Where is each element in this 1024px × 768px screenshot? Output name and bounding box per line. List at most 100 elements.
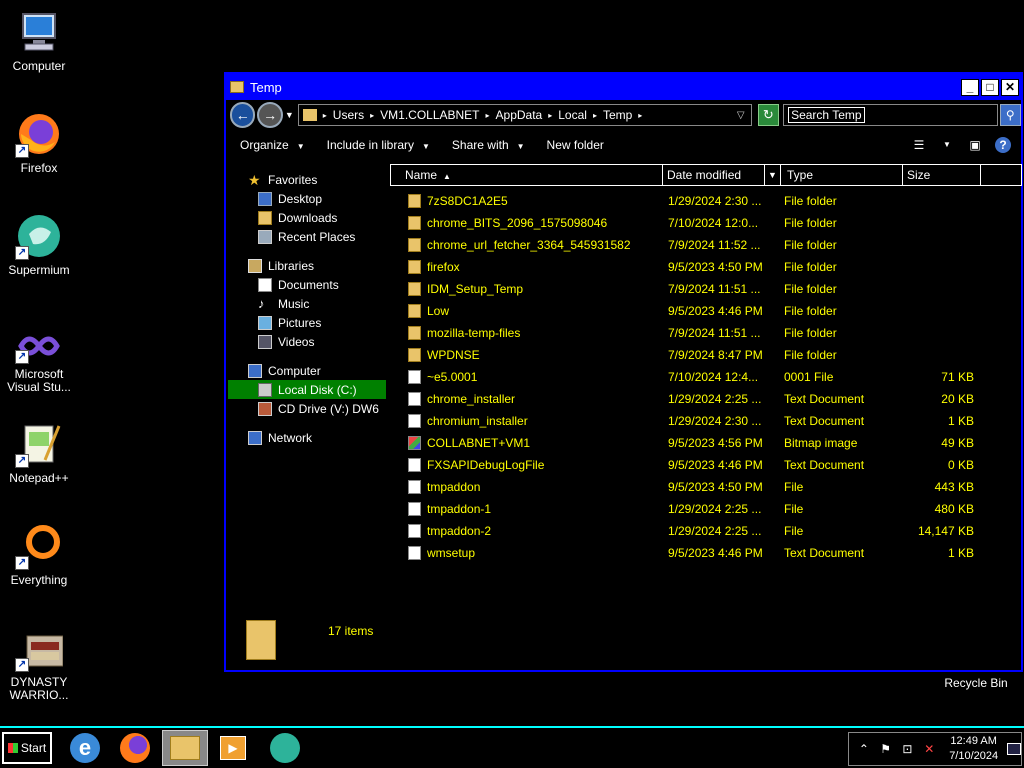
windows-logo-icon: [7, 743, 18, 753]
chevron-right-icon[interactable]: ▸: [638, 111, 642, 120]
chevron-right-icon[interactable]: ▸: [323, 111, 327, 120]
file-row[interactable]: mozilla-temp-files 7/9/2024 11:51 ... File…: [390, 322, 1022, 344]
search-icon[interactable]: ⚲: [999, 104, 1021, 126]
nav-music[interactable]: ♪ Music: [228, 294, 386, 313]
nav-downloads[interactable]: Downloads: [228, 208, 386, 227]
chevron-right-icon[interactable]: ▸: [486, 111, 490, 120]
address-dropdown-icon[interactable]: ▽: [737, 110, 745, 121]
column-name[interactable]: Name ▲: [391, 165, 663, 185]
maximize-button[interactable]: □: [981, 78, 999, 96]
nav-videos[interactable]: Videos: [228, 332, 386, 351]
command-bar: Organize ▼ Include in library ▼ Share with…: [226, 130, 1021, 160]
taskbar-media-player[interactable]: ▶: [210, 730, 256, 766]
help-icon[interactable]: ?: [995, 137, 1011, 153]
new-folder-button[interactable]: New folder: [547, 138, 604, 152]
action-center-flag-icon[interactable]: ⚑: [879, 742, 893, 756]
view-dropdown-icon[interactable]: ▼: [939, 137, 955, 153]
file-row[interactable]: 7zS8DC1A2E5 1/29/2024 2:30 ... File folder: [390, 190, 1022, 212]
nav-recent-places[interactable]: Recent Places: [228, 227, 386, 246]
breadcrumb-temp[interactable]: Temp: [603, 108, 632, 122]
close-button[interactable]: ✕: [1001, 78, 1019, 96]
file-date: 9/5/2023 4:46 PM: [668, 458, 763, 472]
start-button[interactable]: Start: [2, 732, 52, 764]
file-row[interactable]: chrome_BITS_2096_1575098046 7/10/2024 12:…: [390, 212, 1022, 234]
file-row[interactable]: wmsetup 9/5/2023 4:46 PM Text Document 1 KB: [390, 542, 1022, 564]
taskbar-explorer[interactable]: [162, 730, 208, 766]
taskbar-supermium[interactable]: [262, 730, 308, 766]
column-header: Name ▲ Date modified ▼ Type Size: [390, 164, 1022, 186]
include-in-library-button[interactable]: Include in library ▼: [327, 138, 430, 152]
file-type: Text Document: [784, 392, 865, 406]
file-date: 9/5/2023 4:46 PM: [668, 546, 763, 560]
file-row[interactable]: chromium_installer 1/29/2024 2:30 ... Text…: [390, 410, 1022, 432]
file-row[interactable]: Low 9/5/2023 4:46 PM File folder: [390, 300, 1022, 322]
file-name-cell: firefox: [390, 260, 662, 274]
chevron-right-icon[interactable]: ▸: [593, 111, 597, 120]
supermium-icon: ↗: [15, 212, 63, 260]
search-input[interactable]: Search Temp: [783, 104, 998, 126]
nav-documents[interactable]: Documents: [228, 275, 386, 294]
file-row[interactable]: IDM_Setup_Temp 7/9/2024 11:51 ... File fol…: [390, 278, 1022, 300]
breadcrumb-appdata[interactable]: AppData: [496, 108, 543, 122]
nav-network[interactable]: Network: [228, 428, 386, 447]
file-row[interactable]: COLLABNET+VM1 9/5/2023 4:56 PM Bitmap imag…: [390, 432, 1022, 454]
nav-favorites[interactable]: ★ Favorites: [228, 170, 386, 189]
shortcut-arrow-icon: ↗: [15, 658, 29, 672]
desktop-icon-firefox[interactable]: ↗ Firefox: [0, 110, 78, 175]
back-button[interactable]: ←: [230, 102, 256, 128]
chevron-right-icon[interactable]: ▸: [370, 111, 374, 120]
nav-cd-drive[interactable]: CD Drive (V:) DW6: [228, 399, 386, 418]
file-name-cell: COLLABNET+VM1: [390, 436, 662, 450]
desktop-icon-computer[interactable]: Computer: [0, 8, 78, 73]
nav-computer[interactable]: Computer: [228, 361, 386, 380]
file-row[interactable]: FXSAPIDebugLogFile 9/5/2023 4:46 PM Text D…: [390, 454, 1022, 476]
file-row[interactable]: tmpaddon-1 1/29/2024 2:25 ... File 480 KB: [390, 498, 1022, 520]
forward-button[interactable]: →: [257, 102, 283, 128]
refresh-button[interactable]: ↻: [757, 104, 780, 126]
clock[interactable]: 12:49 AM 7/10/2024: [944, 734, 1003, 764]
organize-button[interactable]: Organize ▼: [240, 138, 305, 152]
chevron-right-icon[interactable]: ▸: [548, 111, 552, 120]
file-row[interactable]: chrome_installer 1/29/2024 2:25 ... Text D…: [390, 388, 1022, 410]
show-hidden-icons-icon[interactable]: ⌃: [857, 742, 871, 756]
volume-muted-icon[interactable]: ✕: [922, 742, 936, 756]
taskbar-firefox[interactable]: [112, 730, 158, 766]
nav-local-disk[interactable]: Local Disk (C:): [228, 380, 386, 399]
nav-libraries[interactable]: Libraries: [228, 256, 386, 275]
desktop-icon-notepadpp[interactable]: ↗ Notepad++: [0, 420, 78, 485]
column-label: Size: [907, 168, 931, 182]
file-date: 9/5/2023 4:56 PM: [668, 436, 763, 450]
nav-desktop[interactable]: Desktop: [228, 189, 386, 208]
breadcrumb-users[interactable]: Users: [333, 108, 364, 122]
preview-pane-icon[interactable]: ▣: [967, 137, 983, 153]
share-with-button[interactable]: Share with ▼: [452, 138, 525, 152]
file-row[interactable]: firefox 9/5/2023 4:50 PM File folder: [390, 256, 1022, 278]
network-icon[interactable]: ⊡: [901, 742, 915, 756]
column-filter-dropdown-icon[interactable]: ▼: [764, 165, 780, 185]
taskbar-internet-explorer[interactable]: e: [62, 730, 108, 766]
minimize-button[interactable]: _: [961, 78, 979, 96]
view-options-icon[interactable]: ☰: [911, 137, 927, 153]
system-tray: ⌃ ⚑ ⊡ ✕ 12:49 AM 7/10/2024: [848, 732, 1022, 766]
file-row[interactable]: tmpaddon 9/5/2023 4:50 PM File 443 KB: [390, 476, 1022, 498]
breadcrumb-local[interactable]: Local: [558, 108, 587, 122]
file-row[interactable]: tmpaddon-2 1/29/2024 2:25 ... File 14,147 K…: [390, 520, 1022, 542]
file-row[interactable]: WPDNSE 7/9/2024 8:47 PM File folder: [390, 344, 1022, 366]
show-desktop-icon[interactable]: [1007, 743, 1021, 755]
document-icon: [408, 524, 421, 538]
desktop-icon-dynasty-warriors[interactable]: ↗ DYNASTY WARRIO...: [0, 634, 78, 702]
desktop-icon-everything[interactable]: ↗ Everything: [0, 522, 78, 587]
column-type[interactable]: Type: [781, 165, 903, 185]
desktop-icon-visual-studio[interactable]: ↗ Microsoft Visual Stu...: [0, 328, 78, 394]
file-row[interactable]: ~e5.0001 7/10/2024 12:4... 0001 File 71 KB: [390, 366, 1022, 388]
recycle-bin-label[interactable]: Recycle Bin: [934, 676, 1018, 690]
desktop-icon-supermium[interactable]: ↗ Supermium: [0, 212, 78, 277]
breadcrumb-vm1[interactable]: VM1.COLLABNET: [380, 108, 479, 122]
nav-pictures[interactable]: Pictures: [228, 313, 386, 332]
title-bar[interactable]: Temp _ □ ✕: [226, 74, 1021, 100]
recent-pages-dropdown[interactable]: ▼: [285, 110, 294, 120]
file-row[interactable]: chrome_url_fetcher_3364_545931582 7/9/202…: [390, 234, 1022, 256]
column-size[interactable]: Size: [903, 165, 981, 185]
column-date-modified[interactable]: Date modified ▼: [663, 165, 781, 185]
address-bar[interactable]: ▸ Users ▸ VM1.COLLABNET ▸ AppData ▸ Loca…: [297, 104, 752, 126]
